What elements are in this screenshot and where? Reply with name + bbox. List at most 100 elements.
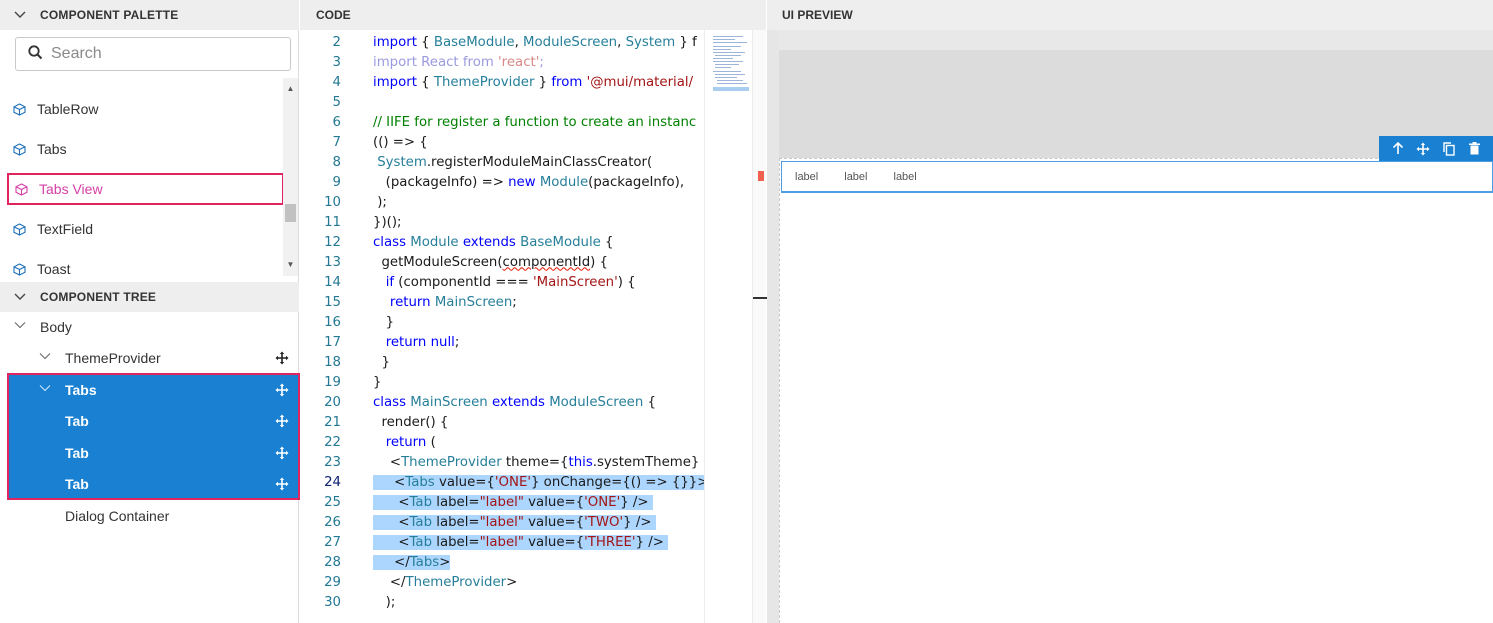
- trash-icon[interactable]: [1467, 142, 1481, 156]
- preview-tabs-component[interactable]: label label label: [781, 161, 1493, 193]
- code-line[interactable]: 8 System.registerModuleMainClassCreator(: [300, 152, 704, 172]
- code-line[interactable]: 13 getModuleScreen(componentId) {: [300, 252, 704, 272]
- component-palette-header[interactable]: COMPONENT PALETTE: [0, 0, 299, 30]
- code-line[interactable]: 26 <Tab label="label" value={'TWO'} />: [300, 512, 704, 532]
- copy-icon[interactable]: [1442, 141, 1456, 156]
- move-icon[interactable]: [1416, 142, 1430, 156]
- palette-item-tabs-view[interactable]: Tabs View: [7, 173, 283, 205]
- tree-node-label: ThemeProvider: [65, 349, 161, 366]
- scroll-down-arrow-icon[interactable]: ▼: [286, 260, 295, 269]
- code-editor[interactable]: 2 import { BaseModule, ModuleScreen, Syst…: [300, 30, 704, 623]
- line-number: 15: [324, 294, 341, 310]
- chevron-down-icon[interactable]: [39, 352, 51, 364]
- tree-node-tab[interactable]: Tab: [0, 437, 299, 468]
- scrollbar-thumb[interactable]: [285, 204, 296, 222]
- code-line[interactable]: 9 (packageInfo) => new Module(packageInf…: [300, 172, 704, 192]
- code-line[interactable]: 21 render() {: [300, 412, 704, 432]
- code-line[interactable]: 2 import { BaseModule, ModuleScreen, Syst…: [300, 32, 704, 52]
- code-line[interactable]: 17 return null;: [300, 332, 704, 352]
- move-icon[interactable]: [275, 446, 289, 460]
- line-number: 25: [324, 494, 341, 510]
- code-line[interactable]: 10 );: [300, 192, 704, 212]
- code-line[interactable]: 16 }: [300, 312, 704, 332]
- tree-node-tab[interactable]: Tab: [0, 405, 299, 436]
- line-number: 5: [332, 94, 341, 110]
- line-number: 4: [332, 74, 341, 90]
- preview-tab[interactable]: label: [844, 171, 867, 183]
- code-line[interactable]: 19}: [300, 372, 704, 392]
- scroll-up-arrow-icon[interactable]: ▲: [286, 84, 295, 93]
- line-number: 19: [324, 374, 341, 390]
- tree-node-label: Tabs: [65, 381, 97, 398]
- preview-panel-title: UI PREVIEW: [782, 8, 853, 22]
- line-number: 13: [324, 254, 341, 270]
- code-scrollbar[interactable]: [752, 30, 767, 623]
- left-panel: COMPONENT PALETTE TableRow Tabs Tabs Vie…: [0, 0, 300, 623]
- preview-tab[interactable]: label: [894, 171, 917, 183]
- move-icon[interactable]: [275, 477, 289, 491]
- move-icon[interactable]: [275, 414, 289, 428]
- palette-item-tabs[interactable]: Tabs: [7, 133, 283, 165]
- chevron-down-icon[interactable]: [12, 7, 28, 23]
- code-panel-title: CODE: [316, 8, 351, 22]
- palette-item-textfield[interactable]: TextField: [7, 213, 283, 245]
- preview-ruler: [767, 30, 779, 623]
- code-line[interactable]: 6// IIFE for register a function to crea…: [300, 112, 704, 132]
- code-line[interactable]: 23 <ThemeProvider theme={this.systemThem…: [300, 452, 704, 472]
- tree-node-tabs[interactable]: Tabs: [0, 374, 299, 405]
- chevron-down-icon[interactable]: [12, 289, 28, 305]
- tree-node-themeprovider[interactable]: ThemeProvider: [0, 342, 299, 373]
- code-line[interactable]: 5: [300, 92, 704, 112]
- tree-node-label: Tab: [65, 475, 89, 492]
- preview-tab[interactable]: label: [795, 171, 818, 183]
- chevron-down-icon[interactable]: [39, 384, 51, 396]
- code-line[interactable]: 20 class MainScreen extends ModuleScreen …: [300, 392, 704, 412]
- arrow-up-icon[interactable]: [1391, 142, 1405, 156]
- code-line[interactable]: 18 }: [300, 352, 704, 372]
- chevron-down-icon[interactable]: [14, 321, 26, 333]
- selection-toolbar: [1379, 136, 1493, 161]
- palette-item-tablerow[interactable]: TableRow: [7, 93, 283, 125]
- move-icon[interactable]: [275, 351, 289, 365]
- line-number: 22: [324, 434, 341, 450]
- code-line[interactable]: 24 <Tabs value={'ONE'} onChange={() => {…: [300, 472, 704, 492]
- code-minimap[interactable]: [704, 30, 752, 623]
- search-box[interactable]: [15, 37, 291, 71]
- code-line[interactable]: 25 <Tab label="label" value={'ONE'} />: [300, 492, 704, 512]
- tree-node-label: Tab: [65, 412, 89, 429]
- tree-node-dialog-container[interactable]: Dialog Container: [0, 500, 299, 531]
- line-number: 10: [324, 194, 341, 210]
- tree-node-label: Body: [40, 318, 72, 335]
- line-number: 23: [324, 454, 341, 470]
- line-number: 3: [332, 54, 341, 70]
- code-line[interactable]: 27 <Tab label="label" value={'THREE'} />: [300, 532, 704, 552]
- line-number: 12: [324, 234, 341, 250]
- code-line[interactable]: 11})();: [300, 212, 704, 232]
- move-icon[interactable]: [275, 383, 289, 397]
- line-number: 30: [324, 594, 341, 610]
- code-line[interactable]: 29 </ThemeProvider>: [300, 572, 704, 592]
- line-number: 20: [324, 394, 341, 410]
- code-line[interactable]: 28 </Tabs>: [300, 552, 704, 572]
- code-line[interactable]: 4 import { ThemeProvider } from '@mui/mat…: [300, 72, 704, 92]
- tree-node-body[interactable]: Body: [0, 311, 299, 342]
- preview-canvas[interactable]: [779, 158, 1493, 623]
- line-number: 9: [332, 174, 341, 190]
- tree-node-tab[interactable]: Tab: [0, 468, 299, 499]
- line-number: 18: [324, 354, 341, 370]
- line-number: 7: [332, 134, 341, 150]
- search-input[interactable]: [51, 45, 281, 63]
- code-panel-header: CODE: [300, 0, 766, 30]
- palette-item-toast[interactable]: Toast: [7, 253, 283, 276]
- code-line[interactable]: 30 );: [300, 592, 704, 612]
- component-tree-header[interactable]: COMPONENT TREE: [0, 282, 299, 312]
- code-line[interactable]: 22 return (: [300, 432, 704, 452]
- code-line[interactable]: 15 return MainScreen;: [300, 292, 704, 312]
- palette-item-label: Toast: [37, 261, 71, 276]
- code-line[interactable]: 14 if (componentId === 'MainScreen') {: [300, 272, 704, 292]
- line-number: 11: [324, 214, 341, 230]
- code-line[interactable]: 3 import React from 'react';: [300, 52, 704, 72]
- code-line[interactable]: 7(() => {: [300, 132, 704, 152]
- palette-scrollbar[interactable]: ▲ ▼: [283, 78, 298, 276]
- code-line[interactable]: 12 class Module extends BaseModule {: [300, 232, 704, 252]
